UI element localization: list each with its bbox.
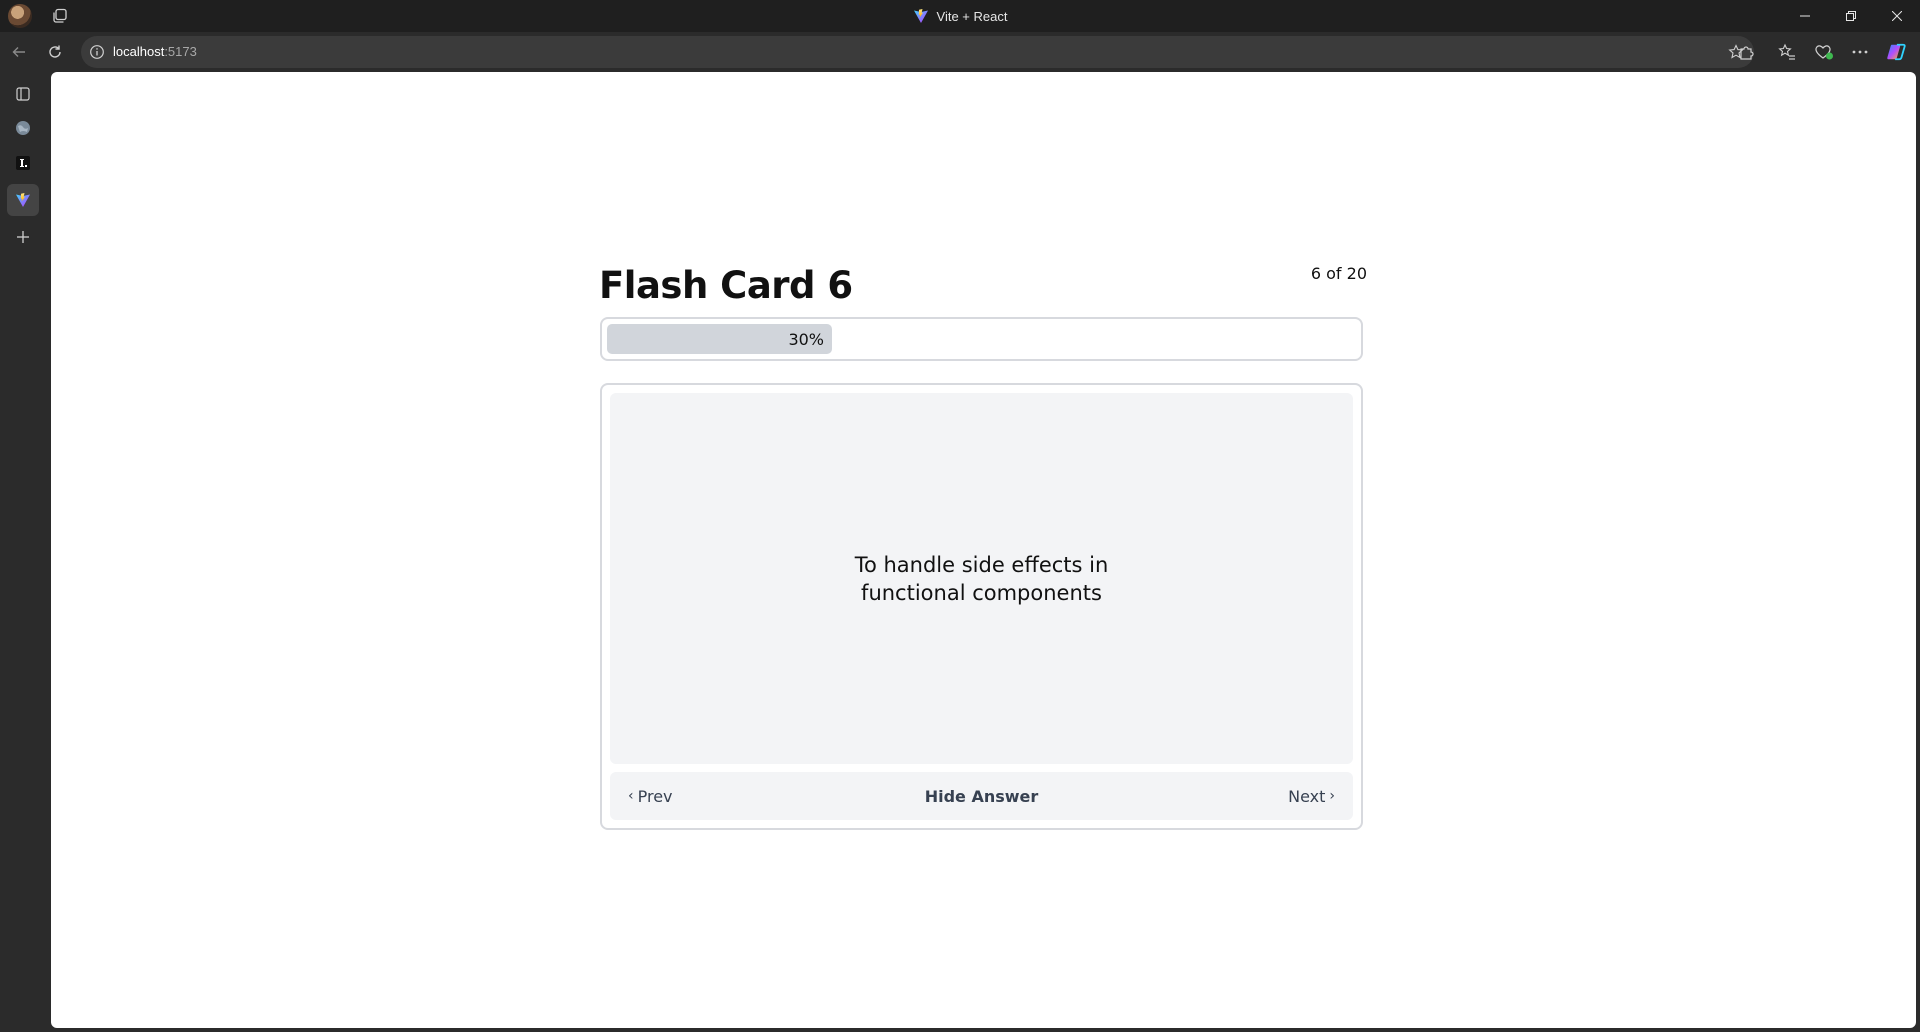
window-title: Vite + React	[936, 8, 1008, 24]
title-bar: Vite + React	[0, 0, 1920, 32]
vite-favicon-icon	[16, 193, 30, 207]
reload-button[interactable]	[41, 38, 69, 66]
copilot-icon	[1887, 43, 1906, 61]
sidebar-tab-1[interactable]	[11, 116, 35, 140]
heart-pulse-icon	[1815, 45, 1833, 60]
tab-panel-toggle[interactable]	[11, 82, 35, 106]
favorites-button[interactable]	[1777, 42, 1797, 62]
close-icon	[1892, 11, 1902, 21]
close-window-button[interactable]	[1874, 0, 1920, 32]
card-controls: Hide Answer ‹ Prev Next ›	[610, 772, 1353, 820]
flashcard-container: To handle side effects in functional com…	[600, 383, 1363, 830]
prev-button[interactable]: ‹ Prev	[624, 772, 673, 820]
url-port: :5173	[164, 44, 197, 59]
site-info-icon[interactable]	[89, 44, 105, 60]
globe-favicon-icon	[16, 121, 30, 135]
restore-icon	[1846, 11, 1856, 21]
url-host: localhost	[113, 44, 165, 59]
notion-favicon-icon	[16, 156, 30, 170]
chevron-left-icon: ‹	[628, 788, 634, 804]
sidebar-tab-active-vite[interactable]	[7, 184, 39, 216]
puzzle-icon	[1740, 46, 1754, 60]
flashcard[interactable]: To handle side effects in functional com…	[610, 393, 1353, 764]
flashcard-app: Flash Card 6 6 of 20	[599, 264, 1367, 324]
url-text[interactable]: localhost:5173	[113, 36, 197, 68]
chevron-right-icon: ›	[1329, 788, 1335, 804]
hide-answer-button[interactable]: Hide Answer	[925, 787, 1039, 806]
prev-label: Prev	[637, 786, 673, 806]
progress-label: 30%	[788, 329, 824, 349]
next-button[interactable]: Next ›	[1288, 772, 1339, 820]
browser-toolbar: localhost:5173	[0, 32, 1920, 72]
minimize-icon	[1800, 15, 1810, 17]
favorites-icon	[1778, 43, 1795, 60]
page-title: Flash Card 6	[599, 264, 853, 307]
tab-actions-icon[interactable]	[52, 8, 68, 24]
page-viewport: Flash Card 6 6 of 20 30% To handle side …	[51, 72, 1916, 1028]
vite-logo-icon	[913, 9, 928, 23]
window-title-area: Vite + React	[0, 0, 1920, 32]
card-counter: 6 of 20	[1310, 264, 1367, 283]
more-dots-icon	[1852, 50, 1868, 54]
plus-icon	[17, 231, 29, 243]
back-button[interactable]	[5, 38, 33, 66]
profile-avatar[interactable]	[8, 4, 32, 28]
sidebar-tab-2[interactable]	[11, 151, 35, 175]
flashcard-answer-text: To handle side effects in functional com…	[854, 552, 1109, 605]
back-arrow-icon	[12, 47, 25, 57]
minimize-button[interactable]	[1782, 0, 1828, 32]
address-bar[interactable]: localhost:5173	[81, 36, 1754, 68]
reload-icon	[49, 45, 61, 58]
vertical-tab-strip	[0, 72, 46, 1032]
tab-panel-icon	[16, 87, 30, 101]
next-label: Next	[1288, 786, 1326, 806]
window-controls	[1782, 0, 1920, 32]
more-menu-button[interactable]	[1850, 42, 1870, 62]
copilot-button[interactable]	[1886, 42, 1906, 62]
browser-essentials-button[interactable]	[1814, 42, 1834, 62]
progress-bar: 30%	[600, 317, 1363, 361]
extensions-button[interactable]	[1737, 42, 1757, 62]
restore-button[interactable]	[1828, 0, 1874, 32]
header-row: Flash Card 6 6 of 20	[599, 264, 1367, 324]
toggle-answer-wrapper: Hide Answer	[610, 772, 1353, 820]
progress-bar-fill: 30%	[607, 324, 832, 354]
new-tab-button[interactable]	[11, 225, 35, 249]
